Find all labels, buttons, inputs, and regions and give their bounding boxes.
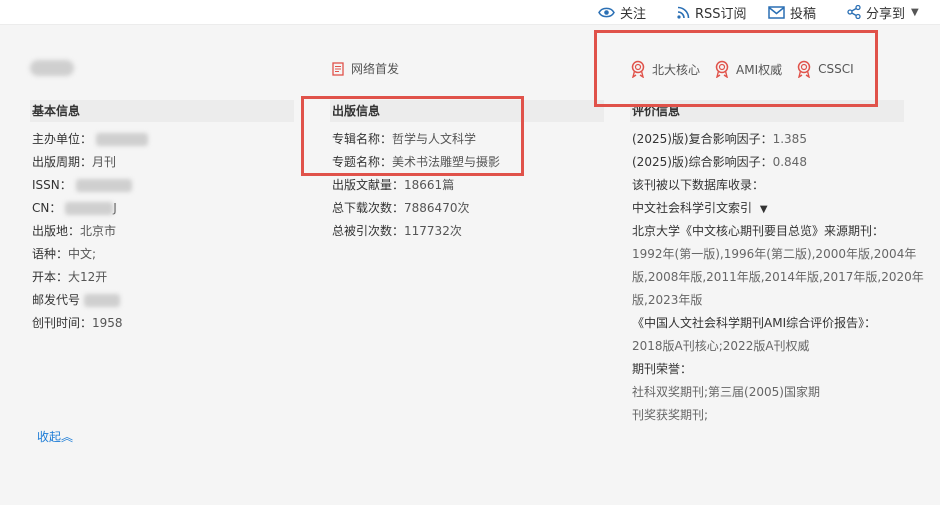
redacted-value <box>83 294 120 307</box>
database-label: 该刊被以下数据库收录： <box>632 178 765 192</box>
redacted-value <box>65 202 114 215</box>
pku-core-years: 版,2023年版 <box>632 293 703 307</box>
share-icon <box>847 5 861 19</box>
share-button[interactable]: 分享到 ▼ <box>847 3 919 22</box>
info-row: 专题名称：美术书法雕塑与摄影 <box>332 155 501 169</box>
share-label: 分享到 <box>866 6 906 22</box>
top-action-bar: 关注 RSS订阅 投稿 分享到 ▼ <box>0 0 940 25</box>
caret-down-icon: ▼ <box>759 204 768 215</box>
info-row: 语种：中文; <box>32 247 97 261</box>
evaluation-info-header: 评价信息 <box>630 100 904 122</box>
redacted-value <box>75 179 132 192</box>
database-dropdown[interactable]: 中文社会科学引文索引 ▼ <box>632 199 924 222</box>
badge-cssci[interactable]: CSSCI <box>796 60 854 78</box>
follow-button[interactable]: 关注 <box>598 3 647 22</box>
envelope-icon <box>768 5 785 19</box>
chevron-down-icon: ▼ <box>911 6 919 18</box>
evaluation-info-list: (2025)版)复合影响因子：1.385 (2025)版)综合影响因子：0.84… <box>632 130 924 429</box>
badge-label: AMI权威 <box>736 62 783 77</box>
award-medal-icon <box>715 60 729 78</box>
pku-core-label: 北京大学《中文核心期刊要目总览》来源期刊： <box>632 224 885 238</box>
eye-icon <box>598 7 615 17</box>
rss-button[interactable]: RSS订阅 <box>677 3 747 22</box>
info-row: 总下载次数：7886470次 <box>332 201 470 215</box>
info-row: ISSN： <box>32 176 148 199</box>
pku-core-years: 1992年(第一版),1996年(第二版),2000年版,2004年 <box>632 247 917 261</box>
info-row: 主办单位： <box>32 130 148 153</box>
network-first-pub-label: 网络首发 <box>351 62 400 76</box>
network-first-pub-link[interactable]: 网络首发 <box>332 60 399 77</box>
impact-comprehensive-row: (2025)版)综合影响因子：0.848 <box>632 155 807 169</box>
info-row: 总被引次数：117732次 <box>332 224 462 238</box>
journal-badges: 北大核心 AMI权威 CSSCI <box>630 60 868 78</box>
badge-label: CSSCI <box>818 62 854 76</box>
rss-label: RSS订阅 <box>695 6 747 22</box>
badge-label: 北大核心 <box>652 62 701 77</box>
badge-pku-core[interactable]: 北大核心 <box>630 60 700 78</box>
ami-label: 《中国人文社会科学期刊AMI综合评价报告》： <box>632 316 877 330</box>
info-row: CN： J <box>32 201 117 215</box>
honor-label: 期刊荣誉： <box>632 362 693 376</box>
info-row: 创刊时间：1958 <box>32 316 123 330</box>
info-row: 邮发代号 <box>32 291 148 314</box>
publish-info-list: 专辑名称：哲学与人文科学 专题名称：美术书法雕塑与摄影 出版文献量：18661篇… <box>332 130 500 245</box>
info-row: 出版周期：月刊 <box>32 155 117 169</box>
collapse-link[interactable]: 收起︽ <box>37 428 73 445</box>
info-row: 开本：大12开 <box>32 270 108 284</box>
submit-button[interactable]: 投稿 <box>768 3 817 22</box>
info-row: 出版地：北京市 <box>32 224 117 238</box>
journal-name-blurred <box>30 60 74 76</box>
impact-composite-row: (2025)版)复合影响因子：1.385 <box>632 132 807 146</box>
pku-core-years: 版,2008年版,2011年版,2014年版,2017年版,2020年 <box>632 270 924 284</box>
info-row: 专辑名称：哲学与人文科学 <box>332 132 477 146</box>
award-medal-icon <box>631 60 645 78</box>
basic-info-list: 主办单位： 出版周期：月刊 ISSN： CN： J 出版地：北京市 语种：中文;… <box>32 130 148 337</box>
follow-label: 关注 <box>620 6 647 22</box>
ami-value: 2018版A刊核心;2022版A刊权威 <box>632 339 810 353</box>
info-row: 出版文献量：18661篇 <box>332 178 455 192</box>
honor-value: 社科双奖期刊;第三届(2005)国家期 <box>632 385 820 399</box>
redacted-value <box>95 133 148 146</box>
honor-value: 刊奖获奖期刊; <box>632 408 709 422</box>
rss-icon <box>677 6 690 19</box>
award-medal-icon <box>797 60 811 78</box>
badge-ami[interactable]: AMI权威 <box>714 60 782 78</box>
publish-info-header: 出版信息 <box>330 100 604 122</box>
document-icon <box>332 61 344 76</box>
submit-label: 投稿 <box>790 6 817 22</box>
basic-info-header: 基本信息 <box>30 100 294 122</box>
